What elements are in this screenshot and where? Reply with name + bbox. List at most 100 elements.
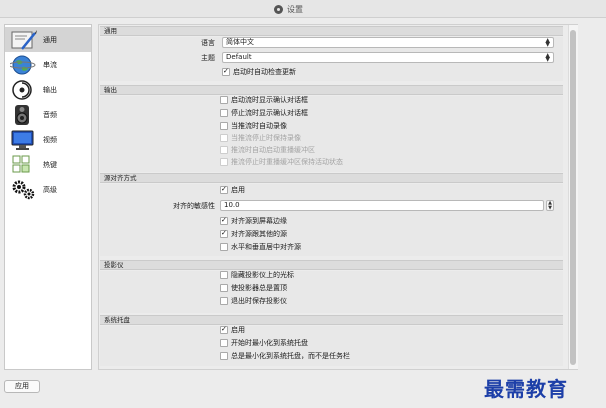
title-bar: 设置 xyxy=(0,0,606,18)
always-minimize-to-tray-checkbox[interactable]: 总是最小化到系统托盘，而不是任务栏 xyxy=(220,351,350,360)
section-header-general: 通用 xyxy=(100,26,563,36)
section-header-projector: 投影仪 xyxy=(100,260,563,270)
checkbox-label: 开始时最小化到系统托盘 xyxy=(231,338,308,347)
snap-sensitivity-stepper[interactable]: ▲ ▼ xyxy=(546,200,554,211)
auto-replay-buffer-checkbox: 推流时自动启动重播缓冲区 xyxy=(220,145,315,154)
sidebar-item-label: 视频 xyxy=(43,135,57,144)
window-title: 设置 xyxy=(287,5,303,14)
checkbox-box[interactable] xyxy=(220,121,228,130)
scrollbar-thumb[interactable] xyxy=(570,30,576,365)
chevron-updown-icon: ▲ ▼ xyxy=(545,37,550,48)
keep-recording-checkbox: 当推流停止时保持录像 xyxy=(220,133,301,142)
snap-to-other-sources-checkbox[interactable]: 对齐源跟其他的源 xyxy=(220,229,287,238)
checkbox-label: 当推流停止时保持录像 xyxy=(231,133,301,142)
language-value: 简体中文 xyxy=(226,38,254,46)
section-header-snapping: 源对齐方式 xyxy=(100,173,563,183)
auto-update-checkbox[interactable]: 启动时自动检查更新 xyxy=(222,67,296,76)
sidebar-item-advanced[interactable]: 高级 xyxy=(5,177,91,202)
checkbox-box[interactable] xyxy=(220,351,228,360)
checkbox-box[interactable] xyxy=(220,216,228,225)
sidebar-item-output[interactable]: 输出 xyxy=(5,77,91,102)
theme-value: Default xyxy=(226,53,252,61)
checkbox-box[interactable] xyxy=(220,296,228,305)
snap-center-checkbox[interactable]: 水平和垂直居中对齐源 xyxy=(220,242,301,251)
section-title: 输出 xyxy=(104,86,117,94)
general-icon xyxy=(11,29,37,50)
checkbox-box xyxy=(220,145,228,154)
checkbox-box xyxy=(220,157,228,166)
checkbox-label: 退出时保存投影仪 xyxy=(231,296,287,305)
snapping-enable-checkbox[interactable]: 启用 xyxy=(220,185,245,194)
output-icon xyxy=(12,79,32,100)
hide-projector-cursor-checkbox[interactable]: 隐藏投影仪上的光标 xyxy=(220,270,294,279)
checkbox-box[interactable] xyxy=(220,108,228,117)
minimize-to-tray-on-start-checkbox[interactable]: 开始时最小化到系统托盘 xyxy=(220,338,308,347)
projector-always-on-top-checkbox[interactable]: 使投影器总是置顶 xyxy=(220,283,287,292)
sidebar-item-video[interactable]: 视频 xyxy=(5,127,91,152)
confirm-start-stream-checkbox[interactable]: 启动流时显示确认对话框 xyxy=(220,95,308,104)
checkbox-box[interactable] xyxy=(220,325,228,334)
checkbox-label: 对齐源跟其他的源 xyxy=(231,229,287,238)
checkbox-label: 隐藏投影仪上的光标 xyxy=(231,270,294,279)
watermark-logo: 最需教育 xyxy=(484,377,568,401)
checkbox-box[interactable] xyxy=(220,185,228,194)
section-title: 投影仪 xyxy=(104,261,124,269)
auto-record-checkbox[interactable]: 当推流时自动录像 xyxy=(220,121,287,130)
checkbox-label: 启用 xyxy=(231,325,245,334)
sidebar-item-hotkeys[interactable]: 热键 xyxy=(5,152,91,177)
theme-select[interactable]: Default ▲ ▼ xyxy=(222,52,554,63)
monitor-icon xyxy=(11,130,34,150)
apply-button[interactable]: 应用 xyxy=(4,380,40,393)
checkbox-label: 推流时自动启动重播缓冲区 xyxy=(231,145,315,154)
obs-logo-icon xyxy=(274,5,283,14)
save-projectors-checkbox[interactable]: 退出时保存投影仪 xyxy=(220,296,287,305)
checkbox-label: 启动流时显示确认对话框 xyxy=(231,95,308,104)
checkbox-box[interactable] xyxy=(220,283,228,292)
section-body-snapping xyxy=(100,184,563,256)
globe-icon xyxy=(10,55,36,74)
checkbox-box[interactable] xyxy=(220,242,228,251)
section-header-tray: 系统托盘 xyxy=(100,315,563,325)
checkbox-label: 对齐源到屏幕边缘 xyxy=(231,216,287,225)
sidebar-item-label: 输出 xyxy=(43,85,57,94)
keep-replay-buffer-checkbox: 推流停止时重播缓冲区保持活动状态 xyxy=(220,157,343,166)
sidebar-item-stream[interactable]: 串流 xyxy=(5,52,91,77)
checkbox-label: 总是最小化到系统托盘，而不是任务栏 xyxy=(231,351,350,360)
checkbox-label: 推流停止时重播缓冲区保持活动状态 xyxy=(231,157,343,166)
section-title: 源对齐方式 xyxy=(104,174,137,182)
sidebar-item-label: 音频 xyxy=(43,110,57,119)
sidebar-item-general[interactable]: 通用 xyxy=(5,27,91,52)
sidebar-item-audio[interactable]: 音频 xyxy=(5,102,91,127)
checkbox-box xyxy=(220,133,228,142)
checkbox-box[interactable] xyxy=(220,270,228,279)
speaker-icon xyxy=(15,104,29,125)
language-label: 语言 xyxy=(201,39,215,47)
checkbox-label: 使投影器总是置顶 xyxy=(231,283,287,292)
sidebar-item-label: 高级 xyxy=(43,185,57,194)
snap-sensitivity-value: 10.0 xyxy=(224,201,240,209)
sidebar-item-label: 通用 xyxy=(43,35,57,44)
chevron-updown-icon: ▲ ▼ xyxy=(545,52,550,63)
section-title: 系统托盘 xyxy=(104,316,130,324)
checkbox-box[interactable] xyxy=(222,67,230,76)
sidebar-item-label: 热键 xyxy=(43,160,57,169)
section-body-projector xyxy=(100,271,563,313)
keyboard-icon xyxy=(12,155,30,172)
section-header-output: 输出 xyxy=(100,85,563,95)
checkbox-label: 启用 xyxy=(231,185,245,194)
checkbox-box[interactable] xyxy=(220,95,228,104)
section-title: 通用 xyxy=(104,27,117,35)
checkbox-label: 停止流时显示确认对话框 xyxy=(231,108,308,117)
checkbox-box[interactable] xyxy=(220,338,228,347)
checkbox-label: 水平和垂直居中对齐源 xyxy=(231,242,301,251)
settings-sidebar: 通用 串流 输出 音频 视频 热键 高级 xyxy=(4,24,92,370)
snap-to-screen-edges-checkbox[interactable]: 对齐源到屏幕边缘 xyxy=(220,216,287,225)
checkbox-box[interactable] xyxy=(220,229,228,238)
snap-sensitivity-input[interactable]: 10.0 xyxy=(220,200,544,211)
language-select[interactable]: 简体中文 ▲ ▼ xyxy=(222,37,554,48)
tray-enable-checkbox[interactable]: 启用 xyxy=(220,325,245,334)
gears-icon xyxy=(12,180,35,199)
confirm-stop-stream-checkbox[interactable]: 停止流时显示确认对话框 xyxy=(220,108,308,117)
snap-sensitivity-label: 对齐的敏感性 xyxy=(173,202,215,210)
checkbox-label: 当推流时自动录像 xyxy=(231,121,287,130)
